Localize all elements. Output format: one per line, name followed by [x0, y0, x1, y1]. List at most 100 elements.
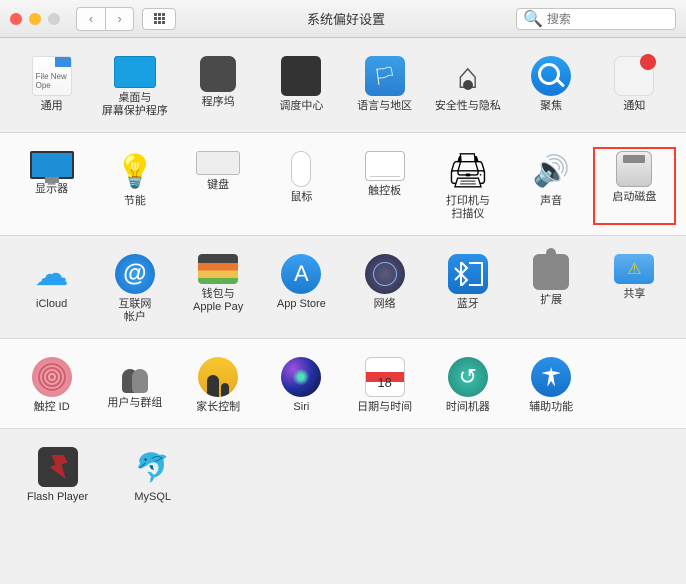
- search-input[interactable]: [547, 12, 669, 26]
- keyboard-icon: [196, 151, 240, 175]
- pref-pane-label: 蓝牙: [457, 298, 479, 311]
- language-region-icon: [365, 56, 405, 96]
- pref-pane-label: 家长控制: [196, 401, 240, 414]
- parental-controls-icon: [198, 357, 238, 397]
- spotlight-icon: [531, 56, 571, 96]
- pref-row: Flash PlayerMySQL: [0, 429, 686, 518]
- pref-pane-label: 用户与群组: [107, 397, 162, 410]
- pref-pane-network[interactable]: 网络: [343, 250, 426, 328]
- siri-icon: [281, 357, 321, 397]
- pref-pane-label: 互联网 帐户: [118, 298, 151, 324]
- pref-pane-trackpad[interactable]: 触控板: [343, 147, 426, 225]
- pref-pane-label: 钱包与 Apple Pay: [193, 288, 243, 314]
- desktop-icon: [114, 56, 156, 88]
- pref-pane-startup[interactable]: 启动磁盘: [593, 147, 676, 225]
- startup-disk-icon: [616, 151, 652, 187]
- forward-button[interactable]: ›: [105, 8, 133, 30]
- touch-id-icon: [32, 357, 72, 397]
- pref-pane-label: 聚焦: [540, 100, 562, 113]
- pref-pane-label: 鼠标: [290, 191, 312, 204]
- pref-pane-label: 节能: [124, 195, 146, 208]
- pref-pane-label: 安全性与隐私: [435, 100, 501, 113]
- pref-pane-label: Siri: [293, 401, 309, 414]
- mysql-icon: [133, 447, 173, 487]
- pref-pane-users[interactable]: 用户与群组: [93, 353, 176, 418]
- pref-pane-bluetooth[interactable]: 蓝牙: [426, 250, 509, 328]
- pref-pane-appstore[interactable]: App Store: [260, 250, 343, 328]
- back-button[interactable]: ‹: [77, 8, 105, 30]
- pref-pane-mysql[interactable]: MySQL: [105, 443, 200, 508]
- printers-scanners-icon: [448, 151, 488, 191]
- dock-icon: [200, 56, 236, 92]
- close-window-button[interactable]: [10, 13, 22, 25]
- pref-row: File New Ope 通用 桌面与 屏幕保护程序程序坞调度中心语言与地区 安全性与…: [0, 38, 686, 133]
- pref-pane-label: 辅助功能: [529, 401, 573, 414]
- pref-pane-label: 键盘: [207, 179, 229, 192]
- pref-pane-accessibility[interactable]: 辅助功能: [510, 353, 593, 418]
- pref-pane-wallet[interactable]: 钱包与 Apple Pay: [177, 250, 260, 328]
- icloud-icon: [32, 254, 72, 294]
- sound-icon: [531, 151, 571, 191]
- pref-pane-sound[interactable]: 声音: [510, 147, 593, 225]
- pref-pane-desktop[interactable]: 桌面与 屏幕保护程序: [93, 52, 176, 122]
- flash-player-icon: [38, 447, 78, 487]
- mouse-icon: [291, 151, 311, 187]
- pref-pane-keyboard[interactable]: 键盘: [177, 147, 260, 225]
- mission-control-icon: [281, 56, 321, 96]
- search-icon: 🔍: [523, 9, 543, 29]
- pref-pane-spotlight[interactable]: 聚焦: [510, 52, 593, 122]
- pref-pane-language[interactable]: 语言与地区: [343, 52, 426, 122]
- pref-pane-printers[interactable]: 打印机与 扫描仪: [426, 147, 509, 225]
- pref-pane-extensions[interactable]: 扩展: [510, 250, 593, 328]
- pref-pane-datetime[interactable]: 18日期与时间: [343, 353, 426, 418]
- pref-pane-internet[interactable]: 互联网 帐户: [93, 250, 176, 328]
- window-controls: [10, 13, 60, 25]
- network-icon: [365, 254, 405, 294]
- calendar-date: 18: [377, 375, 391, 390]
- pref-row: iCloud 互联网 帐户 钱包与 Apple Pay App Store 网络 蓝牙 扩展…: [0, 236, 686, 339]
- pref-pane-dock[interactable]: 程序坞: [177, 52, 260, 122]
- energy-saver-icon: [115, 151, 155, 191]
- pref-pane-label: 启动磁盘: [612, 191, 656, 204]
- pref-row: 触控 ID 用户与群组 家长控制 Siri 18日期与时间时间机器 辅助功能: [0, 339, 686, 429]
- pref-pane-label: 通用: [41, 100, 63, 113]
- pref-pane-general[interactable]: File New Ope 通用: [10, 52, 93, 122]
- trackpad-icon: [365, 151, 405, 181]
- pref-pane-label: App Store: [277, 298, 326, 311]
- nav-buttons: ‹ ›: [76, 7, 134, 31]
- pref-pane-security[interactable]: 安全性与隐私: [426, 52, 509, 122]
- pref-pane-label: 触控 ID: [34, 401, 70, 414]
- pref-pane-displays[interactable]: 显示器: [10, 147, 93, 225]
- window-title: 系统偏好设置: [184, 9, 508, 28]
- zoom-window-button: [48, 13, 60, 25]
- pref-pane-mission[interactable]: 调度中心: [260, 52, 343, 122]
- show-all-button[interactable]: [142, 8, 176, 30]
- pref-pane-label: 扩展: [540, 294, 562, 307]
- internet-accounts-icon: [115, 254, 155, 294]
- pref-pane-notifications[interactable]: 通知: [593, 52, 676, 122]
- pref-pane-siri[interactable]: Siri: [260, 353, 343, 418]
- pref-pane-label: iCloud: [36, 298, 67, 311]
- pref-pane-parental[interactable]: 家长控制: [177, 353, 260, 418]
- bluetooth-icon: [448, 254, 488, 294]
- accessibility-icon: [531, 357, 571, 397]
- pref-pane-touchid[interactable]: 触控 ID: [10, 353, 93, 418]
- general-icon: File New Ope: [32, 56, 72, 96]
- titlebar: ‹ › 系统偏好设置 🔍: [0, 0, 686, 38]
- search-field-wrapper[interactable]: 🔍: [516, 8, 676, 30]
- pref-pane-icloud[interactable]: iCloud: [10, 250, 93, 328]
- grid-icon: [154, 13, 165, 24]
- minimize-window-button[interactable]: [29, 13, 41, 25]
- pref-pane-flash[interactable]: Flash Player: [10, 443, 105, 508]
- pref-pane-label: 桌面与 屏幕保护程序: [102, 92, 168, 118]
- extensions-icon: [533, 254, 569, 290]
- pref-pane-mouse[interactable]: 鼠标: [260, 147, 343, 225]
- pref-pane-timemachine[interactable]: 时间机器: [426, 353, 509, 418]
- pref-pane-energy[interactable]: 节能: [93, 147, 176, 225]
- pref-pane-label: 显示器: [35, 183, 68, 196]
- pref-pane-label: 网络: [374, 298, 396, 311]
- pref-pane-label: 语言与地区: [357, 100, 412, 113]
- sharing-icon: [614, 254, 654, 284]
- pref-pane-sharing[interactable]: 共享: [593, 250, 676, 328]
- pref-pane-label: 时间机器: [446, 401, 490, 414]
